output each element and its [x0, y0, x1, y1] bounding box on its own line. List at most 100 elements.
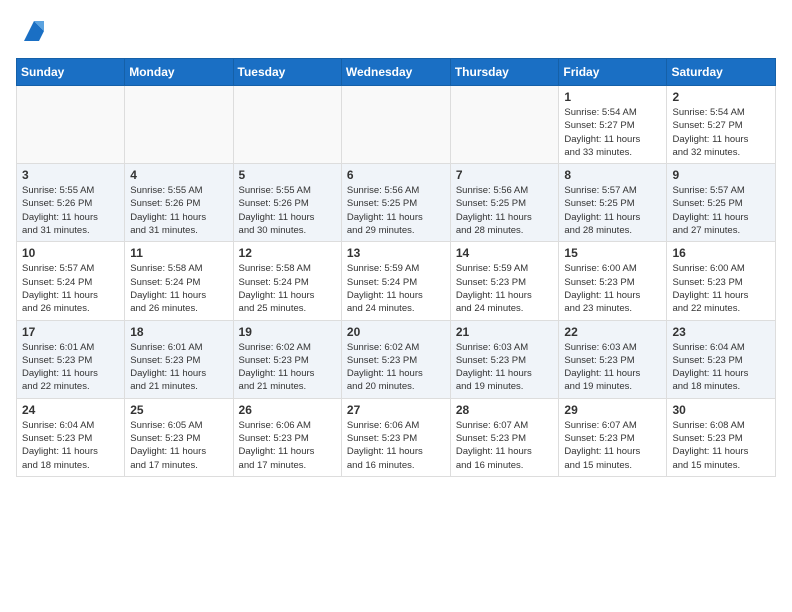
calendar-cell: 6 Sunrise: 5:56 AM Sunset: 5:25 PM Daylig… [341, 164, 450, 242]
day-info: Sunrise: 6:02 AM Sunset: 5:23 PM Dayligh… [347, 341, 445, 394]
day-number: 23 [672, 325, 770, 339]
weekday-header-monday: Monday [125, 59, 233, 86]
calendar-cell: 11 Sunrise: 5:58 AM Sunset: 5:24 PM Dayli… [125, 242, 233, 320]
day-number: 26 [239, 403, 336, 417]
calendar-week-2: 3 Sunrise: 5:55 AM Sunset: 5:26 PM Daylig… [17, 164, 776, 242]
day-number: 4 [130, 168, 227, 182]
day-number: 25 [130, 403, 227, 417]
calendar-cell: 4 Sunrise: 5:55 AM Sunset: 5:26 PM Daylig… [125, 164, 233, 242]
calendar-cell: 17 Sunrise: 6:01 AM Sunset: 5:23 PM Dayli… [17, 320, 125, 398]
day-number: 7 [456, 168, 554, 182]
calendar-cell: 23 Sunrise: 6:04 AM Sunset: 5:23 PM Dayli… [667, 320, 776, 398]
weekday-header-wednesday: Wednesday [341, 59, 450, 86]
day-info: Sunrise: 5:54 AM Sunset: 5:27 PM Dayligh… [564, 106, 661, 159]
calendar-cell: 30Sunrise: 6:08 AM Sunset: 5:23 PM Dayli… [667, 398, 776, 476]
day-number: 16 [672, 246, 770, 260]
day-number: 3 [22, 168, 119, 182]
day-number: 17 [22, 325, 119, 339]
logo-icon [19, 16, 49, 46]
day-info: Sunrise: 6:01 AM Sunset: 5:23 PM Dayligh… [22, 341, 119, 394]
day-info: Sunrise: 6:04 AM Sunset: 5:23 PM Dayligh… [22, 419, 119, 472]
calendar-cell: 22Sunrise: 6:03 AM Sunset: 5:23 PM Dayli… [559, 320, 667, 398]
calendar-cell: 5 Sunrise: 5:55 AM Sunset: 5:26 PM Daylig… [233, 164, 341, 242]
calendar-cell: 9 Sunrise: 5:57 AM Sunset: 5:25 PM Daylig… [667, 164, 776, 242]
day-info: Sunrise: 6:03 AM Sunset: 5:23 PM Dayligh… [456, 341, 554, 394]
calendar-cell: 26Sunrise: 6:06 AM Sunset: 5:23 PM Dayli… [233, 398, 341, 476]
day-info: Sunrise: 5:58 AM Sunset: 5:24 PM Dayligh… [239, 262, 336, 315]
day-info: Sunrise: 5:55 AM Sunset: 5:26 PM Dayligh… [239, 184, 336, 237]
day-number: 24 [22, 403, 119, 417]
day-info: Sunrise: 5:54 AM Sunset: 5:27 PM Dayligh… [672, 106, 770, 159]
page-header [16, 16, 776, 46]
day-number: 14 [456, 246, 554, 260]
day-number: 8 [564, 168, 661, 182]
day-number: 27 [347, 403, 445, 417]
day-info: Sunrise: 6:05 AM Sunset: 5:23 PM Dayligh… [130, 419, 227, 472]
day-number: 15 [564, 246, 661, 260]
day-info: Sunrise: 5:57 AM Sunset: 5:25 PM Dayligh… [564, 184, 661, 237]
day-info: Sunrise: 5:59 AM Sunset: 5:24 PM Dayligh… [347, 262, 445, 315]
calendar-week-1: 1 Sunrise: 5:54 AM Sunset: 5:27 PM Daylig… [17, 86, 776, 164]
day-number: 30 [672, 403, 770, 417]
day-info: Sunrise: 6:03 AM Sunset: 5:23 PM Dayligh… [564, 341, 661, 394]
day-info: Sunrise: 6:01 AM Sunset: 5:23 PM Dayligh… [130, 341, 227, 394]
day-number: 2 [672, 90, 770, 104]
calendar-cell [233, 86, 341, 164]
day-info: Sunrise: 5:59 AM Sunset: 5:23 PM Dayligh… [456, 262, 554, 315]
day-number: 12 [239, 246, 336, 260]
day-info: Sunrise: 5:57 AM Sunset: 5:24 PM Dayligh… [22, 262, 119, 315]
day-info: Sunrise: 6:04 AM Sunset: 5:23 PM Dayligh… [672, 341, 770, 394]
calendar-table: SundayMondayTuesdayWednesdayThursdayFrid… [16, 58, 776, 477]
calendar-cell: 29Sunrise: 6:07 AM Sunset: 5:23 PM Dayli… [559, 398, 667, 476]
day-info: Sunrise: 5:55 AM Sunset: 5:26 PM Dayligh… [22, 184, 119, 237]
day-info: Sunrise: 5:56 AM Sunset: 5:25 PM Dayligh… [456, 184, 554, 237]
day-info: Sunrise: 6:07 AM Sunset: 5:23 PM Dayligh… [456, 419, 554, 472]
day-number: 1 [564, 90, 661, 104]
weekday-header-thursday: Thursday [450, 59, 559, 86]
day-number: 10 [22, 246, 119, 260]
day-number: 13 [347, 246, 445, 260]
calendar-cell: 18 Sunrise: 6:01 AM Sunset: 5:23 PM Dayli… [125, 320, 233, 398]
calendar-cell [17, 86, 125, 164]
day-info: Sunrise: 6:00 AM Sunset: 5:23 PM Dayligh… [672, 262, 770, 315]
weekday-header-tuesday: Tuesday [233, 59, 341, 86]
day-number: 18 [130, 325, 227, 339]
day-number: 28 [456, 403, 554, 417]
calendar-cell [125, 86, 233, 164]
calendar-cell: 8 Sunrise: 5:57 AM Sunset: 5:25 PM Daylig… [559, 164, 667, 242]
calendar-cell: 24 Sunrise: 6:04 AM Sunset: 5:23 PM Dayli… [17, 398, 125, 476]
calendar-week-3: 10 Sunrise: 5:57 AM Sunset: 5:24 PM Dayli… [17, 242, 776, 320]
weekday-header-sunday: Sunday [17, 59, 125, 86]
calendar-header-row: SundayMondayTuesdayWednesdayThursdayFrid… [17, 59, 776, 86]
day-info: Sunrise: 5:55 AM Sunset: 5:26 PM Dayligh… [130, 184, 227, 237]
calendar-cell: 27 Sunrise: 6:06 AM Sunset: 5:23 PM Dayli… [341, 398, 450, 476]
calendar-cell: 12 Sunrise: 5:58 AM Sunset: 5:24 PM Dayli… [233, 242, 341, 320]
calendar-cell [450, 86, 559, 164]
day-info: Sunrise: 6:02 AM Sunset: 5:23 PM Dayligh… [239, 341, 336, 394]
day-number: 9 [672, 168, 770, 182]
day-number: 11 [130, 246, 227, 260]
weekday-header-saturday: Saturday [667, 59, 776, 86]
day-number: 29 [564, 403, 661, 417]
calendar-cell: 7 Sunrise: 5:56 AM Sunset: 5:25 PM Daylig… [450, 164, 559, 242]
calendar-cell: 19 Sunrise: 6:02 AM Sunset: 5:23 PM Dayli… [233, 320, 341, 398]
calendar-cell: 3 Sunrise: 5:55 AM Sunset: 5:26 PM Daylig… [17, 164, 125, 242]
calendar-cell: 14 Sunrise: 5:59 AM Sunset: 5:23 PM Dayli… [450, 242, 559, 320]
day-number: 19 [239, 325, 336, 339]
day-info: Sunrise: 6:06 AM Sunset: 5:23 PM Dayligh… [347, 419, 445, 472]
calendar-cell [341, 86, 450, 164]
calendar-cell: 16 Sunrise: 6:00 AM Sunset: 5:23 PM Dayli… [667, 242, 776, 320]
day-info: Sunrise: 5:58 AM Sunset: 5:24 PM Dayligh… [130, 262, 227, 315]
calendar-cell: 21 Sunrise: 6:03 AM Sunset: 5:23 PM Dayli… [450, 320, 559, 398]
calendar-week-5: 24 Sunrise: 6:04 AM Sunset: 5:23 PM Dayli… [17, 398, 776, 476]
calendar-cell: 1 Sunrise: 5:54 AM Sunset: 5:27 PM Daylig… [559, 86, 667, 164]
day-number: 6 [347, 168, 445, 182]
calendar-cell: 15Sunrise: 6:00 AM Sunset: 5:23 PM Dayli… [559, 242, 667, 320]
weekday-header-friday: Friday [559, 59, 667, 86]
day-number: 21 [456, 325, 554, 339]
calendar-week-4: 17 Sunrise: 6:01 AM Sunset: 5:23 PM Dayli… [17, 320, 776, 398]
day-info: Sunrise: 5:56 AM Sunset: 5:25 PM Dayligh… [347, 184, 445, 237]
day-info: Sunrise: 5:57 AM Sunset: 5:25 PM Dayligh… [672, 184, 770, 237]
day-number: 5 [239, 168, 336, 182]
calendar-cell: 28 Sunrise: 6:07 AM Sunset: 5:23 PM Dayli… [450, 398, 559, 476]
